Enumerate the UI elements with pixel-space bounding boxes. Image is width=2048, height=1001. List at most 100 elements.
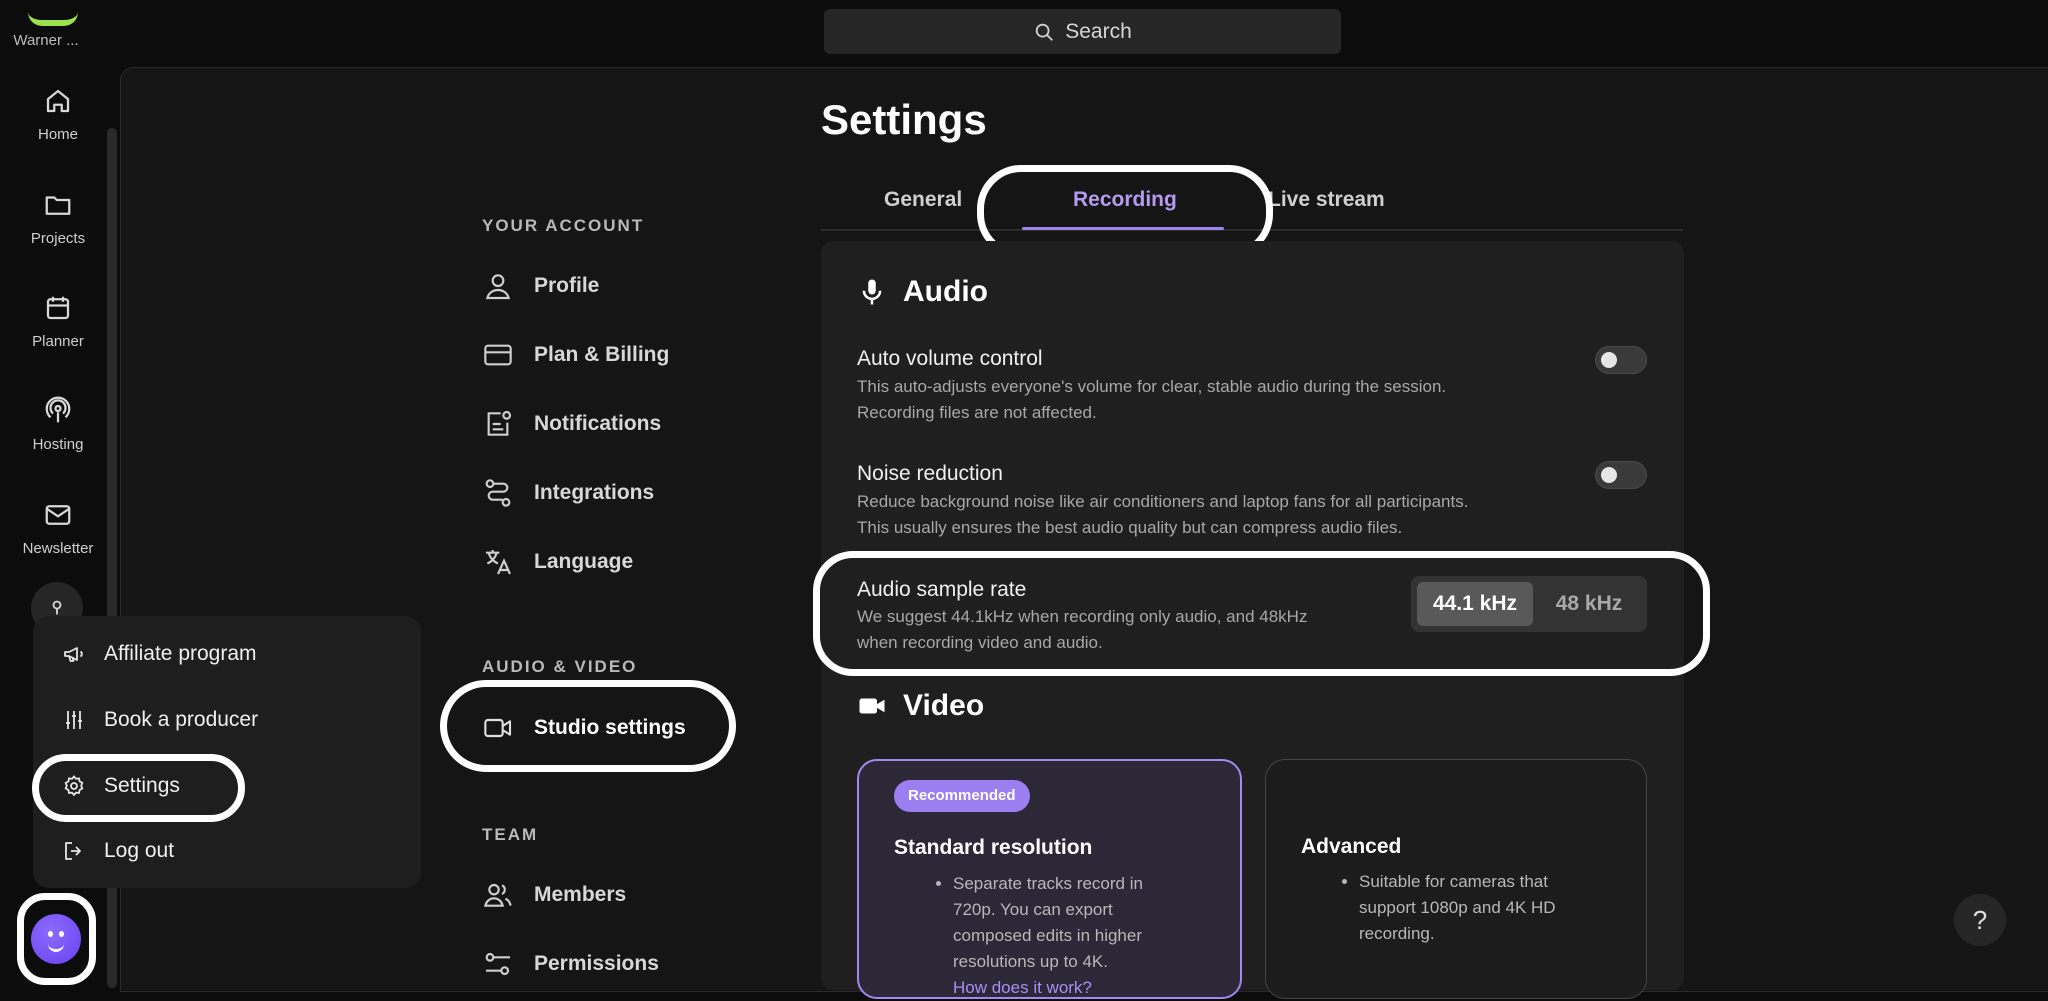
menu-label-logout: Log out (104, 839, 175, 862)
nav-item-studio-settings[interactable]: Studio settings (482, 704, 686, 752)
mail-icon (45, 505, 71, 525)
microphone-icon (862, 279, 882, 305)
user-icon (485, 274, 511, 300)
noise-reduction-title: Noise reduction (857, 462, 1003, 485)
audio-heading-label: Audio (903, 275, 988, 308)
sample-rate-selector: 44.1 kHz 48 kHz (1411, 576, 1647, 632)
standard-resolution-bullet: Separate tracks record in 720p. You can … (953, 871, 1243, 1001)
tab-live-stream[interactable]: Live stream (1268, 188, 1385, 212)
auto-volume-toggle[interactable] (1595, 346, 1647, 374)
advanced-line-1: Suitable for cameras that (1359, 872, 1548, 891)
how-does-it-work-link[interactable]: How does it work? (953, 978, 1092, 997)
standard-resolution-title: Standard resolution (894, 836, 1093, 859)
sample-rate-48-button[interactable]: 48 kHz (1537, 582, 1641, 626)
sample-rate-desc-2: when recording video and audio. (857, 633, 1103, 652)
home-icon (46, 89, 70, 113)
user-avatar[interactable] (31, 914, 81, 964)
rail-label-hosting: Hosting (32, 436, 84, 453)
video-heading: Video (857, 689, 984, 723)
noise-reduction-desc-2: This usually ensures the best audio qual… (857, 518, 1403, 537)
help-button[interactable]: ? (1954, 894, 2006, 946)
page-title: Settings (821, 96, 987, 143)
podcast-icon (45, 396, 71, 423)
standard-line-4: resolutions up to 4K. (953, 952, 1108, 971)
advanced-title: Advanced (1301, 835, 1402, 858)
nav-item-notifications[interactable]: Notifications (482, 400, 661, 448)
logout-icon (65, 842, 81, 860)
menu-label-book-producer: Book a producer (104, 708, 259, 731)
tabs-divider (821, 229, 1683, 231)
mixer-icon (66, 711, 82, 729)
calendar-icon (46, 296, 70, 320)
nav-label-permissions: Permissions (534, 952, 659, 975)
nav-section-account: YOUR ACCOUNT (482, 216, 645, 235)
tab-general[interactable]: General (884, 188, 962, 212)
video-camera-filled-icon (859, 698, 885, 714)
search-icon (1035, 23, 1054, 41)
rail-item-hosting[interactable]: Hosting (0, 396, 116, 453)
rail-item-planner[interactable]: Planner (0, 293, 116, 350)
nav-item-language[interactable]: Language (482, 538, 633, 586)
sample-rate-title: Audio sample rate (857, 578, 1027, 601)
folder-icon (45, 196, 71, 215)
noise-reduction-desc-1: Reduce background noise like air conditi… (857, 492, 1469, 511)
advanced-list: Suitable for cameras that support 1080p … (1337, 869, 1649, 947)
avatar-eye-left (48, 931, 53, 937)
search-label: Search (1065, 19, 1132, 43)
tab-recording[interactable]: Recording (1073, 188, 1177, 212)
advanced-bullet: Suitable for cameras that support 1080p … (1359, 869, 1649, 947)
gear-icon (64, 775, 84, 797)
menu-label-affiliate: Affiliate program (104, 642, 257, 665)
nav-label-members: Members (534, 883, 627, 906)
recommended-badge: Recommended (894, 780, 1030, 812)
rail-item-home[interactable]: Home (0, 86, 116, 143)
audio-heading: Audio (857, 275, 988, 309)
standard-line-2: 720p. You can export (953, 900, 1113, 919)
sample-rate-44-1-button[interactable]: 44.1 kHz (1417, 582, 1533, 626)
workspace-logo[interactable] (28, 0, 78, 26)
noise-reduction-toggle[interactable] (1595, 461, 1647, 489)
sliders-icon (485, 952, 510, 976)
avatar-mouth (48, 941, 64, 952)
search-bar[interactable]: Search (824, 9, 1341, 54)
nav-section-audio-video: AUDIO & VIDEO (482, 657, 638, 676)
members-icon (483, 883, 512, 907)
menu-label-settings: Settings (104, 774, 180, 797)
sample-rate-desc-1: We suggest 44.1kHz when recording only a… (857, 607, 1308, 626)
standard-resolution-list: Separate tracks record in 720p. You can … (931, 871, 1243, 1001)
workspace-name[interactable]: Warner ... (0, 32, 92, 49)
nav-item-integrations[interactable]: Integrations (482, 469, 654, 517)
rail-label-projects: Projects (30, 230, 86, 247)
translate-icon (486, 550, 511, 575)
rail-label-planner: Planner (32, 333, 84, 350)
nav-item-plan-billing[interactable]: Plan & Billing (482, 331, 669, 379)
nav-label-plan-billing: Plan & Billing (534, 343, 670, 366)
nav-item-profile[interactable]: Profile (482, 262, 599, 310)
megaphone-icon (64, 647, 83, 662)
nav-label-studio-settings: Studio settings (534, 716, 686, 739)
nav-section-team: TEAM (482, 825, 539, 844)
nav-item-permissions[interactable]: Permissions (482, 940, 659, 988)
menu-item-book-producer[interactable]: Book a producer (62, 700, 258, 740)
integrations-icon (485, 479, 511, 507)
nav-item-members[interactable]: Members (482, 871, 626, 919)
avatar-eye-right (59, 931, 64, 937)
notification-icon (487, 410, 512, 436)
rail-item-projects[interactable]: Projects (0, 190, 116, 247)
nav-label-profile: Profile (534, 274, 600, 297)
menu-item-logout[interactable]: Log out (62, 831, 174, 871)
menu-item-affiliate[interactable]: Affiliate program (62, 634, 257, 674)
rail-item-newsletter[interactable]: Newsletter (0, 500, 116, 557)
video-camera-icon (484, 718, 512, 738)
nav-label-language: Language (534, 550, 634, 573)
rail-label-newsletter: Newsletter (22, 540, 94, 557)
rail-label-home: Home (37, 126, 78, 143)
auto-volume-desc-2: Recording files are not affected. (857, 403, 1097, 422)
advanced-line-3: recording. (1359, 924, 1435, 943)
credit-card-icon (484, 344, 512, 366)
advanced-line-2: support 1080p and 4K HD (1359, 898, 1556, 917)
video-heading-label: Video (903, 689, 985, 722)
standard-line-1: Separate tracks record in (953, 874, 1143, 893)
auto-volume-title: Auto volume control (857, 347, 1043, 370)
menu-item-settings[interactable]: Settings (62, 766, 180, 806)
